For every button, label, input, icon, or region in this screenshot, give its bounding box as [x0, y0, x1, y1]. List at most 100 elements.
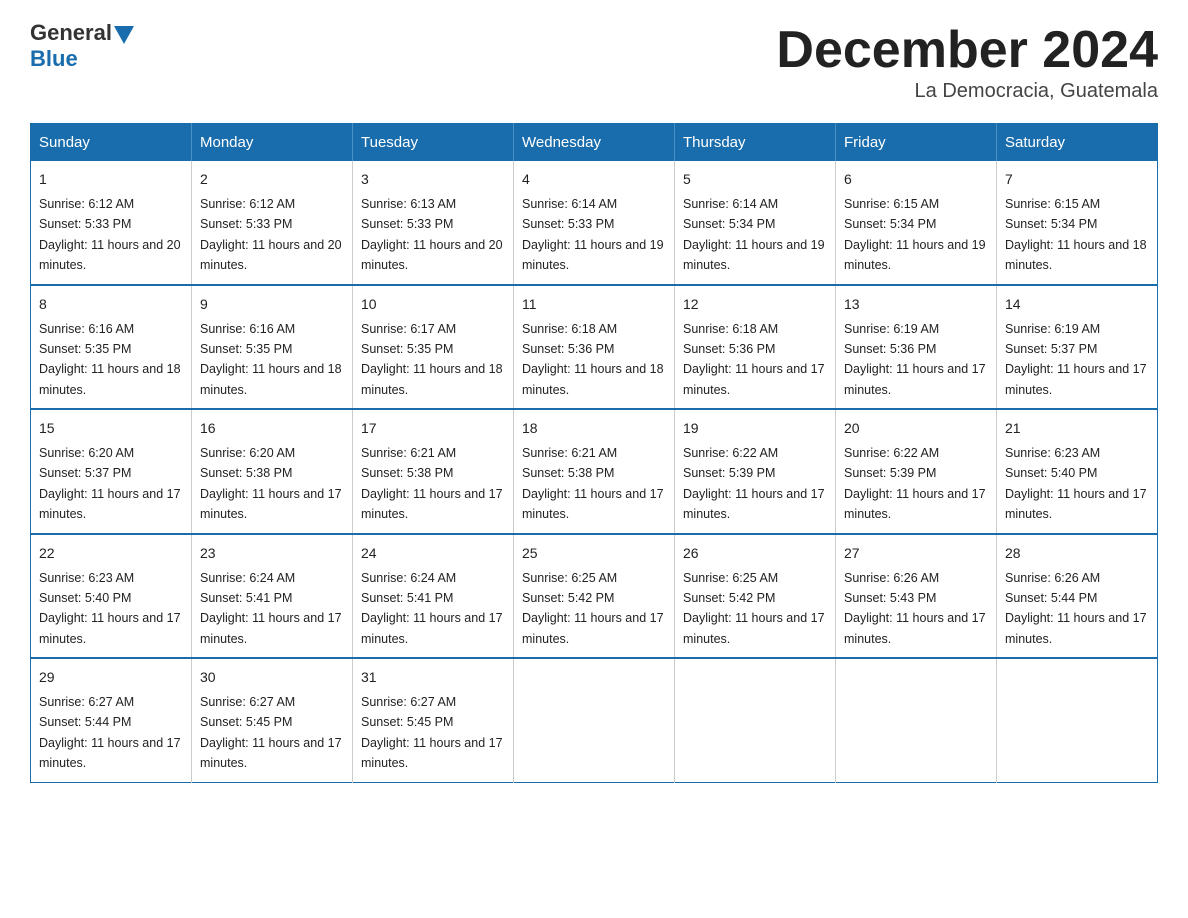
- calendar-cell: 30Sunrise: 6:27 AMSunset: 5:45 PMDayligh…: [192, 658, 353, 782]
- day-info: Sunrise: 6:24 AMSunset: 5:41 PMDaylight:…: [361, 571, 503, 646]
- calendar-cell: 31 Sunrise: 6:27 AMSunset: 5:45 PMDayligh…: [353, 658, 514, 782]
- day-info: Sunrise: 6:16 AMSunset: 5:35 PMDaylight:…: [39, 322, 181, 397]
- calendar-cell: 22 Sunrise: 6:23 AMSunset: 5:40 PMDayligh…: [31, 534, 192, 659]
- day-info: Sunrise: 6:25 AMSunset: 5:42 PMDaylight:…: [522, 571, 664, 646]
- day-info: Sunrise: 6:15 AMSunset: 5:34 PMDaylight:…: [1005, 197, 1147, 272]
- day-info: Sunrise: 6:15 AMSunset: 5:34 PMDaylight:…: [844, 197, 986, 272]
- page-header: General Blue December 2024 La Democracia…: [30, 20, 1158, 103]
- day-info: Sunrise: 6:24 AMSunset: 5:41 PMDaylight:…: [200, 571, 342, 646]
- day-info: Sunrise: 6:23 AMSunset: 5:40 PMDaylight:…: [1005, 446, 1147, 521]
- calendar-cell: 24 Sunrise: 6:24 AMSunset: 5:41 PMDayligh…: [353, 534, 514, 659]
- day-info: Sunrise: 6:18 AMSunset: 5:36 PMDaylight:…: [683, 322, 825, 397]
- day-info: Sunrise: 6:27 AMSunset: 5:44 PMDaylight:…: [39, 695, 181, 770]
- calendar-cell: 8 Sunrise: 6:16 AMSunset: 5:35 PMDaylight…: [31, 285, 192, 410]
- calendar-cell: 12 Sunrise: 6:18 AMSunset: 5:36 PMDayligh…: [675, 285, 836, 410]
- day-number: 16: [200, 418, 344, 439]
- calendar-cell: [836, 658, 997, 782]
- column-header-wednesday: Wednesday: [514, 124, 675, 162]
- calendar-cell: 11Sunrise: 6:18 AMSunset: 5:36 PMDayligh…: [514, 285, 675, 410]
- day-info: Sunrise: 6:26 AMSunset: 5:44 PMDaylight:…: [1005, 571, 1147, 646]
- day-info: Sunrise: 6:12 AMSunset: 5:33 PMDaylight:…: [200, 197, 342, 272]
- calendar-cell: 21Sunrise: 6:23 AMSunset: 5:40 PMDayligh…: [997, 409, 1158, 534]
- day-info: Sunrise: 6:27 AMSunset: 5:45 PMDaylight:…: [361, 695, 503, 770]
- location-subtitle: La Democracia, Guatemala: [776, 80, 1158, 103]
- calendar-cell: 26 Sunrise: 6:25 AMSunset: 5:42 PMDayligh…: [675, 534, 836, 659]
- day-number: 7: [1005, 169, 1149, 190]
- day-number: 1: [39, 169, 183, 190]
- day-number: 18: [522, 418, 666, 439]
- calendar-cell: 23Sunrise: 6:24 AMSunset: 5:41 PMDayligh…: [192, 534, 353, 659]
- logo-general-text: General: [30, 20, 112, 46]
- day-info: Sunrise: 6:21 AMSunset: 5:38 PMDaylight:…: [361, 446, 503, 521]
- calendar-cell: 7 Sunrise: 6:15 AMSunset: 5:34 PMDaylight…: [997, 161, 1158, 285]
- calendar-cell: 5 Sunrise: 6:14 AMSunset: 5:34 PMDaylight…: [675, 161, 836, 285]
- calendar-cell: 18 Sunrise: 6:21 AMSunset: 5:38 PMDayligh…: [514, 409, 675, 534]
- calendar-cell: 13 Sunrise: 6:19 AMSunset: 5:36 PMDayligh…: [836, 285, 997, 410]
- day-number: 13: [844, 294, 988, 315]
- calendar-cell: 14 Sunrise: 6:19 AMSunset: 5:37 PMDayligh…: [997, 285, 1158, 410]
- column-header-tuesday: Tuesday: [353, 124, 514, 162]
- calendar-cell: [514, 658, 675, 782]
- day-number: 3: [361, 169, 505, 190]
- day-number: 14: [1005, 294, 1149, 315]
- calendar-cell: 29 Sunrise: 6:27 AMSunset: 5:44 PMDayligh…: [31, 658, 192, 782]
- day-info: Sunrise: 6:20 AMSunset: 5:37 PMDaylight:…: [39, 446, 181, 521]
- day-number: 24: [361, 543, 505, 564]
- day-info: Sunrise: 6:17 AMSunset: 5:35 PMDaylight:…: [361, 322, 503, 397]
- day-info: Sunrise: 6:23 AMSunset: 5:40 PMDaylight:…: [39, 571, 181, 646]
- calendar-cell: 25 Sunrise: 6:25 AMSunset: 5:42 PMDayligh…: [514, 534, 675, 659]
- day-number: 4: [522, 169, 666, 190]
- calendar-cell: [997, 658, 1158, 782]
- day-info: Sunrise: 6:14 AMSunset: 5:34 PMDaylight:…: [683, 197, 825, 272]
- day-info: Sunrise: 6:18 AMSunset: 5:36 PMDaylight:…: [522, 322, 664, 397]
- day-number: 19: [683, 418, 827, 439]
- day-number: 31: [361, 667, 505, 688]
- day-info: Sunrise: 6:19 AMSunset: 5:37 PMDaylight:…: [1005, 322, 1147, 397]
- calendar-cell: 16Sunrise: 6:20 AMSunset: 5:38 PMDayligh…: [192, 409, 353, 534]
- calendar-cell: 9Sunrise: 6:16 AMSunset: 5:35 PMDaylight…: [192, 285, 353, 410]
- column-header-saturday: Saturday: [997, 124, 1158, 162]
- day-info: Sunrise: 6:25 AMSunset: 5:42 PMDaylight:…: [683, 571, 825, 646]
- calendar-cell: 6Sunrise: 6:15 AMSunset: 5:34 PMDaylight…: [836, 161, 997, 285]
- day-number: 25: [522, 543, 666, 564]
- day-number: 20: [844, 418, 988, 439]
- calendar-cell: [675, 658, 836, 782]
- day-number: 8: [39, 294, 183, 315]
- day-info: Sunrise: 6:12 AMSunset: 5:33 PMDaylight:…: [39, 197, 181, 272]
- calendar-cell: 28 Sunrise: 6:26 AMSunset: 5:44 PMDayligh…: [997, 534, 1158, 659]
- day-info: Sunrise: 6:22 AMSunset: 5:39 PMDaylight:…: [844, 446, 986, 521]
- day-info: Sunrise: 6:19 AMSunset: 5:36 PMDaylight:…: [844, 322, 986, 397]
- day-number: 17: [361, 418, 505, 439]
- day-info: Sunrise: 6:14 AMSunset: 5:33 PMDaylight:…: [522, 197, 664, 272]
- logo-blue-text: Blue: [30, 46, 78, 72]
- column-header-monday: Monday: [192, 124, 353, 162]
- column-header-thursday: Thursday: [675, 124, 836, 162]
- calendar-cell: 10Sunrise: 6:17 AMSunset: 5:35 PMDayligh…: [353, 285, 514, 410]
- calendar-cell: 19 Sunrise: 6:22 AMSunset: 5:39 PMDayligh…: [675, 409, 836, 534]
- day-number: 5: [683, 169, 827, 190]
- day-info: Sunrise: 6:22 AMSunset: 5:39 PMDaylight:…: [683, 446, 825, 521]
- day-number: 9: [200, 294, 344, 315]
- day-number: 2: [200, 169, 344, 190]
- title-section: December 2024 La Democracia, Guatemala: [776, 20, 1158, 103]
- month-title: December 2024: [776, 20, 1158, 80]
- calendar-cell: 27Sunrise: 6:26 AMSunset: 5:43 PMDayligh…: [836, 534, 997, 659]
- column-header-friday: Friday: [836, 124, 997, 162]
- calendar-cell: 17 Sunrise: 6:21 AMSunset: 5:38 PMDayligh…: [353, 409, 514, 534]
- calendar-table: SundayMondayTuesdayWednesdayThursdayFrid…: [30, 123, 1158, 783]
- calendar-cell: 15 Sunrise: 6:20 AMSunset: 5:37 PMDayligh…: [31, 409, 192, 534]
- day-info: Sunrise: 6:26 AMSunset: 5:43 PMDaylight:…: [844, 571, 986, 646]
- day-number: 28: [1005, 543, 1149, 564]
- day-number: 26: [683, 543, 827, 564]
- calendar-cell: 1 Sunrise: 6:12 AMSunset: 5:33 PMDaylight…: [31, 161, 192, 285]
- day-number: 22: [39, 543, 183, 564]
- calendar-cell: 2 Sunrise: 6:12 AMSunset: 5:33 PMDaylight…: [192, 161, 353, 285]
- calendar-cell: 4 Sunrise: 6:14 AMSunset: 5:33 PMDaylight…: [514, 161, 675, 285]
- day-info: Sunrise: 6:21 AMSunset: 5:38 PMDaylight:…: [522, 446, 664, 521]
- day-info: Sunrise: 6:27 AMSunset: 5:45 PMDaylight:…: [200, 695, 342, 770]
- day-number: 15: [39, 418, 183, 439]
- day-number: 12: [683, 294, 827, 315]
- calendar-cell: 20 Sunrise: 6:22 AMSunset: 5:39 PMDayligh…: [836, 409, 997, 534]
- logo: General Blue: [30, 20, 136, 72]
- day-number: 29: [39, 667, 183, 688]
